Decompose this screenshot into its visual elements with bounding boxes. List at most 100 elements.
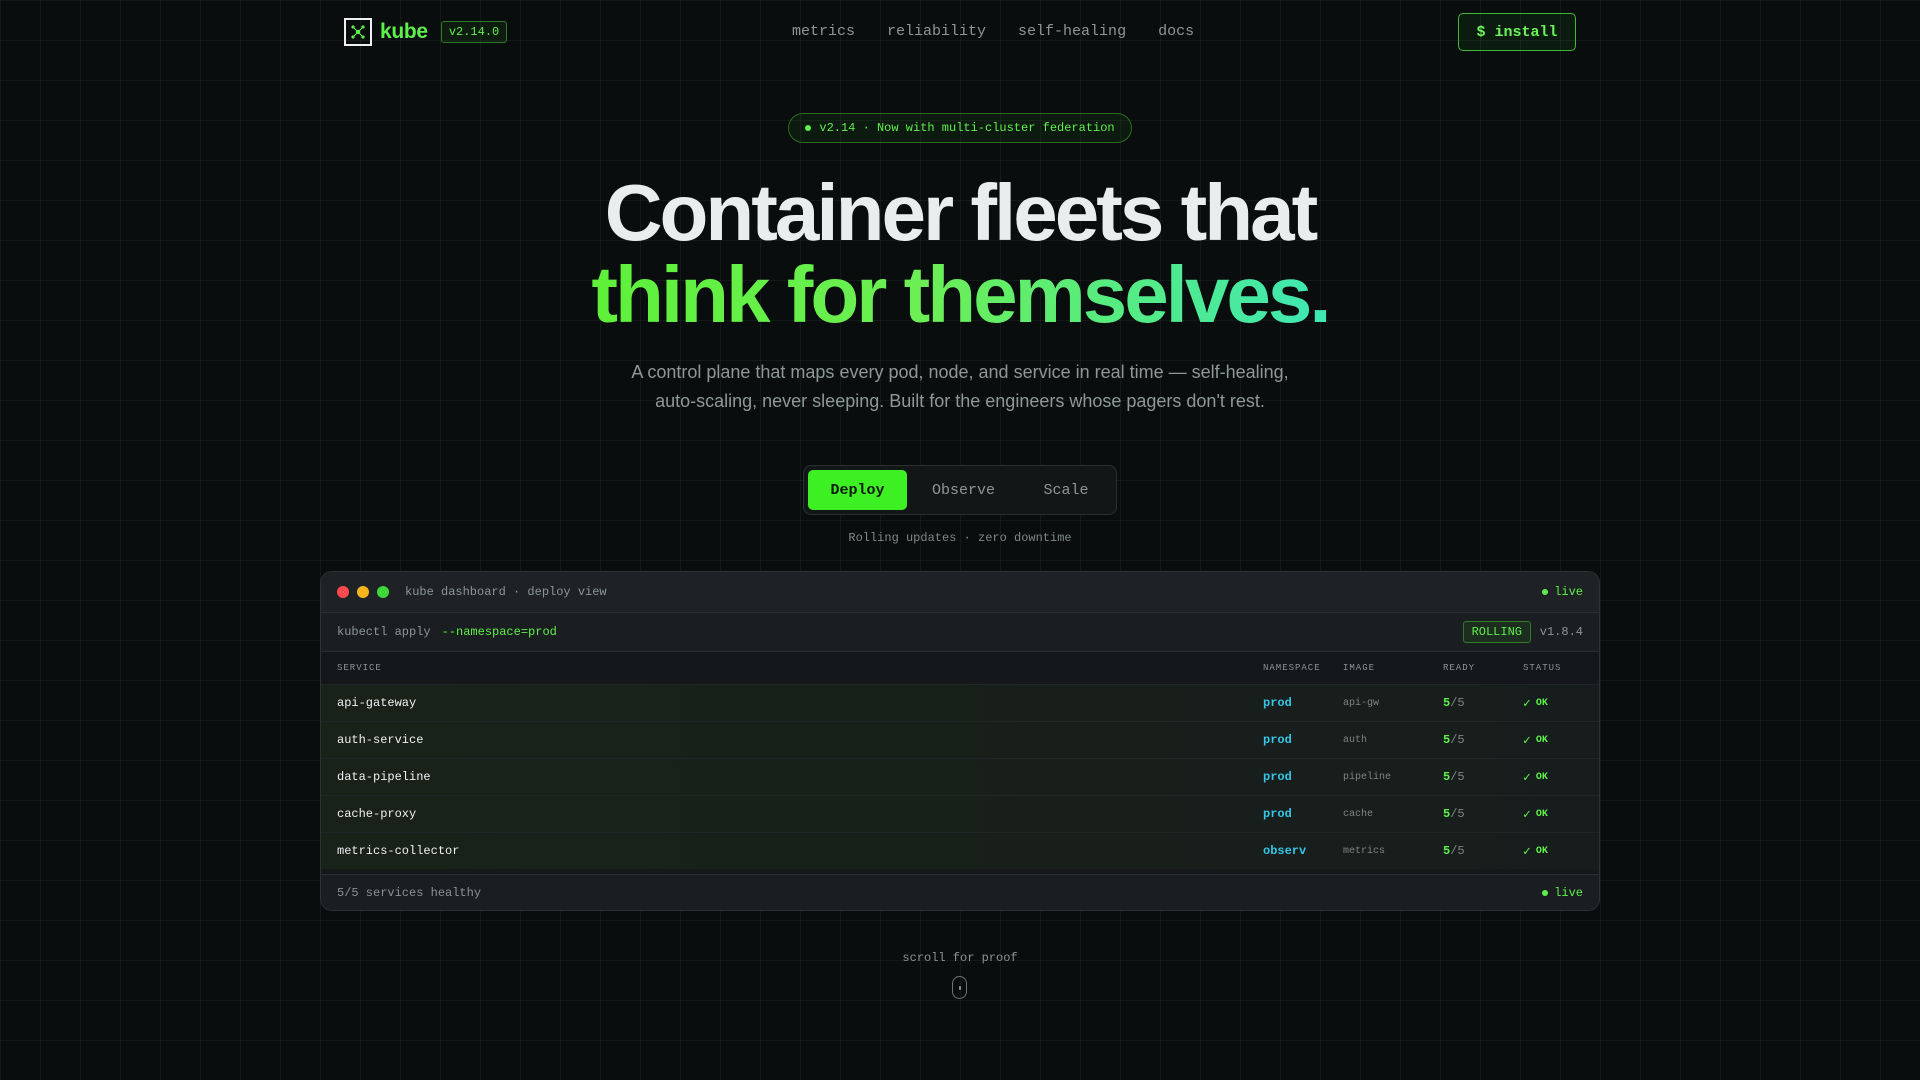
image-cell: pipeline [1343,771,1392,783]
close-window-icon[interactable] [337,586,349,598]
footer-live-label: live [1554,885,1583,900]
live-label: live [1554,585,1583,599]
table-header: SERVICE NAMESPACE IMAGE READY STATUS [321,652,1599,684]
mouse-scroll-icon[interactable] [952,976,967,999]
namespace-cell: observ [1263,844,1307,858]
maximize-window-icon[interactable] [377,586,389,598]
status-text: OK [1535,845,1548,857]
status-cell: ✓ OK [1523,685,1548,721]
health-summary: 5/5 services healthy [337,885,482,900]
column-header-service: SERVICE [337,663,382,673]
ready-count: 5 [1443,770,1451,784]
window-title: kube dashboard · deploy view [405,585,607,599]
table-row[interactable]: auth-service prod auth 5/5 ✓ OK [321,721,1599,758]
rollout-status-badge: ROLLING [1462,621,1531,643]
ready-total: /5 [1450,770,1465,784]
live-indicator: live [1542,585,1583,599]
nav-link-docs[interactable]: docs [1158,23,1194,40]
column-header-ready: READY [1443,663,1476,673]
status-dot-icon [805,125,812,131]
ready-cell: 5/5 [1443,685,1465,721]
status-text: OK [1535,771,1548,783]
ready-cell: 5/5 [1443,796,1465,832]
table-row[interactable]: data-pipeline prod pipeline 5/5 ✓ OK [321,758,1599,795]
check-icon: ✓ [1523,695,1531,711]
service-name: data-pipeline [337,770,431,784]
ready-total: /5 [1450,733,1465,747]
ready-cell: 5/5 [1443,759,1465,795]
announcement-pill[interactable]: v2.14 · Now with multi-cluster federatio… [788,113,1132,143]
service-name: api-gateway [337,696,417,710]
column-header-status: STATUS [1523,663,1562,673]
status-cell: ✓ OK [1523,796,1548,832]
status-text: OK [1535,808,1548,820]
image-cell: cache [1343,808,1374,820]
ready-total: /5 [1450,696,1465,710]
namespace-cell: prod [1263,807,1292,821]
status-cell: ✓ OK [1523,722,1548,758]
footer-live-indicator: live [1542,886,1583,900]
mode-tabs: Deploy Observe Scale [803,465,1117,515]
hero-subtitle: A control plane that maps every pod, nod… [631,362,1289,411]
minimize-window-icon[interactable] [357,586,369,598]
hero-headline: Container fleets that think for themselv… [0,172,1920,336]
ready-total: /5 [1450,807,1465,821]
image-cell: auth [1343,734,1368,746]
service-name: metrics-collector [337,844,460,858]
tab-caption: Rolling updates · zero downtime [848,531,1072,545]
brand-name: kube [380,20,428,43]
window-title-bar: kube dashboard · deploy view live [321,572,1599,613]
status-cell: ✓ OK [1523,833,1548,869]
brand[interactable]: kube v2.14.0 [344,18,508,46]
check-icon: ✓ [1523,732,1531,748]
status-text: OK [1535,697,1548,709]
tab-observe[interactable]: Observe [907,470,1020,510]
check-icon: ✓ [1523,806,1531,822]
announcement-text: v2.14 · Now with multi-cluster federatio… [819,121,1115,135]
command-flag: --namespace=prod [441,625,557,639]
nav-link-self-healing[interactable]: self-healing [1018,23,1126,40]
scroll-hint: scroll for proof [902,951,1018,965]
nav-link-reliability[interactable]: reliability [887,23,986,40]
ready-cell: 5/5 [1443,833,1465,869]
check-icon: ✓ [1523,769,1531,785]
dashboard-footer: 5/5 services healthy live [321,874,1599,910]
headline-line-1: Container fleets that [604,168,1318,257]
image-cell: metrics [1343,845,1386,857]
nav-link-metrics[interactable]: metrics [792,23,855,40]
table-row[interactable]: api-gateway prod api-gw 5/5 ✓ OK [321,684,1599,721]
service-name: auth-service [337,733,424,747]
service-name: cache-proxy [337,807,417,821]
live-dot-icon [1542,589,1549,595]
command-bar: kubectl apply --namespace=prod ROLLING v… [321,613,1599,652]
ready-count: 5 [1443,696,1451,710]
release-version: v1.8.4 [1539,625,1583,639]
namespace-cell: prod [1263,696,1292,710]
install-button[interactable]: $ install [1458,13,1576,51]
table-row[interactable]: metrics-collector observ metrics 5/5 ✓ OK [321,832,1599,869]
ready-count: 5 [1443,807,1451,821]
headline-line-2: think for themselves. [591,250,1331,339]
column-header-namespace: NAMESPACE [1263,663,1321,673]
namespace-cell: prod [1263,733,1292,747]
command-text: kubectl apply [337,625,431,639]
ready-total: /5 [1450,844,1465,858]
ready-cell: 5/5 [1443,722,1465,758]
table-row[interactable]: cache-proxy prod cache 5/5 ✓ OK [321,795,1599,832]
version-badge: v2.14.0 [440,21,508,43]
tab-deploy[interactable]: Deploy [808,470,907,510]
nav-links: metrics reliability self-healing docs [792,23,1194,40]
namespace-cell: prod [1263,770,1292,784]
image-cell: api-gw [1343,697,1380,709]
live-dot-icon [1542,889,1549,896]
tab-scale[interactable]: Scale [1020,470,1112,510]
dashboard-window: kube dashboard · deploy view live kubect… [320,571,1600,911]
check-icon: ✓ [1523,843,1531,859]
column-header-image: IMAGE [1343,663,1376,673]
ready-count: 5 [1443,733,1451,747]
status-text: OK [1535,734,1548,746]
top-nav: kube v2.14.0 metrics reliability self-he… [0,0,1920,64]
ready-count: 5 [1443,844,1451,858]
status-cell: ✓ OK [1523,759,1548,795]
network-nodes-icon [344,18,372,46]
